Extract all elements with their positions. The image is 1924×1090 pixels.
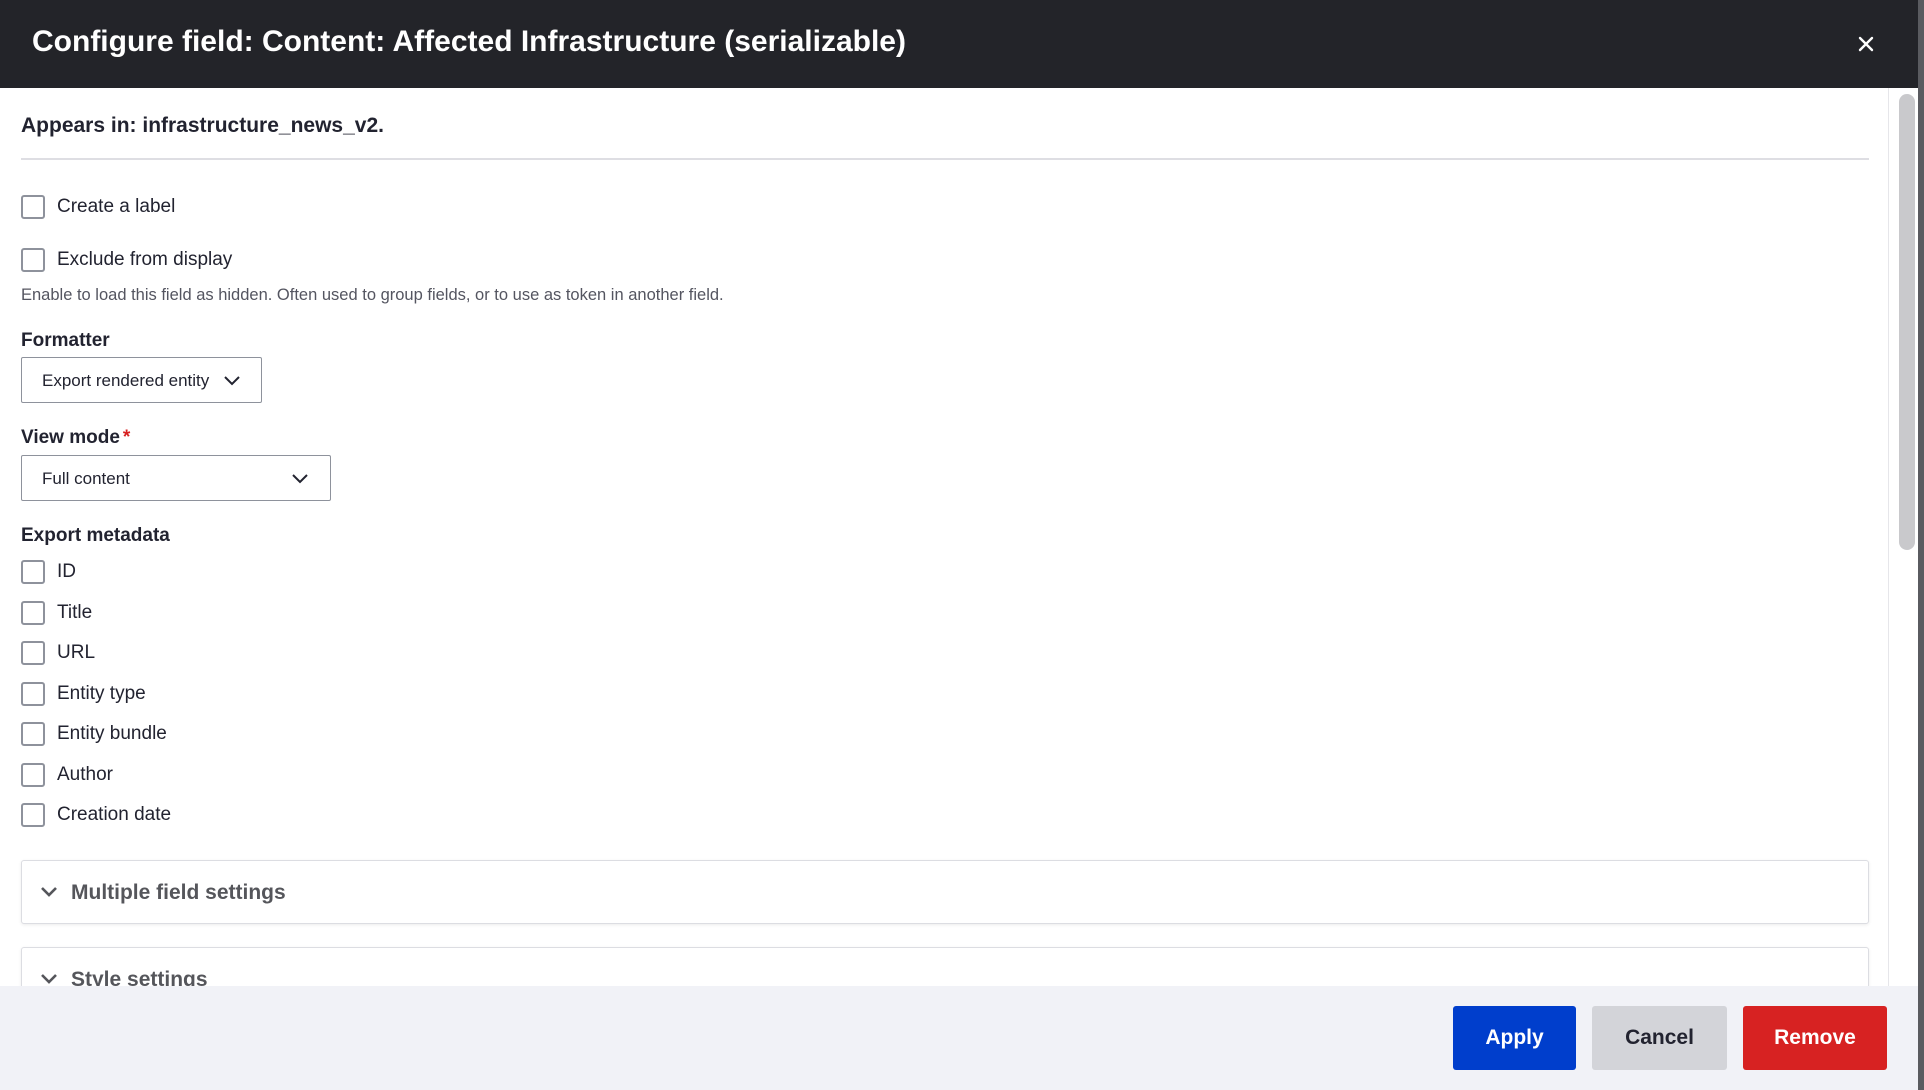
export-author-label[interactable]: Author	[57, 763, 113, 787]
formatter-select[interactable]: Export rendered entity	[21, 357, 262, 403]
export-metadata-option[interactable]: URL	[21, 640, 95, 666]
multiple-field-settings-label[interactable]: Multiple field settings	[71, 880, 286, 906]
export-metadata-label: Export metadata	[21, 525, 170, 546]
apply-button[interactable]: Apply	[1453, 1006, 1576, 1070]
chevron-down-icon	[38, 881, 60, 903]
export-id-checkbox[interactable]	[21, 560, 45, 584]
exclude-display-checkbox-row[interactable]: Exclude from display	[21, 247, 232, 273]
export-metadata-option[interactable]: Title	[21, 600, 92, 626]
style-settings-section[interactable]: Style settings	[21, 947, 1869, 986]
export-metadata-option[interactable]: Entity type	[21, 681, 146, 707]
export-metadata-option[interactable]: Author	[21, 762, 113, 788]
view-mode-label: View mode *	[21, 426, 130, 450]
export-id-label[interactable]: ID	[57, 560, 76, 584]
export-entity-type-checkbox[interactable]	[21, 682, 45, 706]
view-mode-value: Full content	[42, 469, 130, 488]
export-creation-date-label[interactable]: Creation date	[57, 803, 171, 827]
create-label-label[interactable]: Create a label	[57, 195, 175, 219]
dialog-body: Appears in: infrastructure_news_v2. Crea…	[0, 88, 1924, 986]
remove-button[interactable]: Remove	[1743, 1006, 1887, 1070]
dialog-footer: Apply Cancel Remove	[0, 986, 1918, 1090]
divider	[21, 158, 1869, 160]
cancel-button[interactable]: Cancel	[1592, 1006, 1727, 1070]
export-title-checkbox[interactable]	[21, 601, 45, 625]
dialog-titlebar: Configure field: Content: Affected Infra…	[0, 0, 1924, 88]
view-mode-label-text: View mode	[21, 427, 120, 448]
scrollbar-thumb[interactable]	[1899, 94, 1915, 550]
export-entity-bundle-label[interactable]: Entity bundle	[57, 722, 167, 746]
multiple-field-settings-section[interactable]: Multiple field settings	[21, 860, 1869, 924]
view-mode-select[interactable]: Full content	[21, 455, 331, 501]
create-label-checkbox-row[interactable]: Create a label	[21, 194, 175, 220]
export-entity-bundle-checkbox[interactable]	[21, 722, 45, 746]
appears-in-text: Appears in: infrastructure_news_v2.	[21, 114, 384, 137]
export-url-label[interactable]: URL	[57, 641, 95, 665]
formatter-value: Export rendered entity	[42, 371, 210, 390]
formatter-label: Formatter	[21, 330, 110, 351]
exclude-display-checkbox[interactable]	[21, 248, 45, 272]
create-label-checkbox[interactable]	[21, 195, 45, 219]
export-creation-date-checkbox[interactable]	[21, 803, 45, 827]
window-edge	[1918, 0, 1924, 1090]
export-metadata-option[interactable]: ID	[21, 559, 76, 585]
chevron-down-icon	[290, 469, 310, 489]
exclude-display-label[interactable]: Exclude from display	[57, 248, 232, 272]
export-url-checkbox[interactable]	[21, 641, 45, 665]
export-metadata-option[interactable]: Creation date	[21, 802, 171, 828]
chevron-down-icon	[38, 968, 60, 986]
required-marker: *	[122, 427, 131, 448]
export-title-label[interactable]: Title	[57, 601, 92, 625]
close-icon[interactable]	[1848, 26, 1884, 62]
export-author-checkbox[interactable]	[21, 763, 45, 787]
exclude-display-description: Enable to load this field as hidden. Oft…	[21, 286, 724, 304]
chevron-down-icon	[222, 371, 242, 391]
export-entity-type-label[interactable]: Entity type	[57, 682, 146, 706]
configure-field-dialog: Configure field: Content: Affected Infra…	[0, 0, 1924, 1090]
export-metadata-option[interactable]: Entity bundle	[21, 721, 167, 747]
style-settings-label[interactable]: Style settings	[71, 967, 208, 986]
dialog-title: Configure field: Content: Affected Infra…	[32, 25, 906, 58]
